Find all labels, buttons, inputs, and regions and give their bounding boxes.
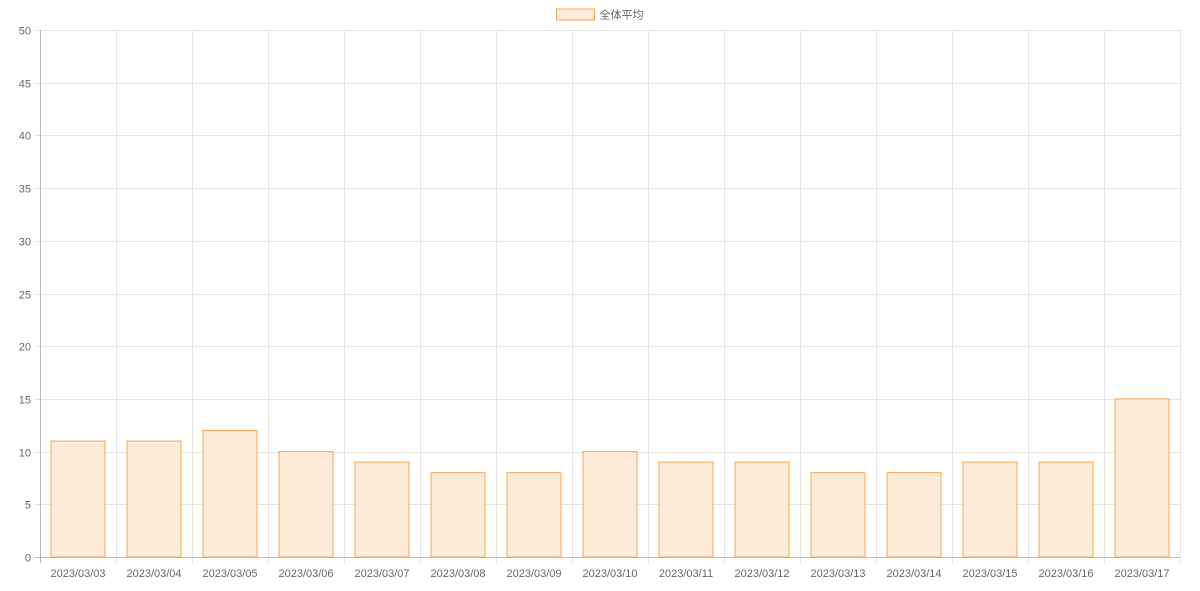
y-axis-ticks: 0 5 10 15 20 25 30 35 40 45 50 (19, 26, 31, 565)
y-tick-label: 25 (19, 290, 31, 302)
legend-label[interactable]: 全体平均 (600, 8, 644, 22)
y-tick-label: 5 (25, 500, 31, 512)
bar-chart: 全体平均 05101520253035404550 2023/03/03 2023… (19, 8, 1181, 580)
bar-2023-03-17[interactable] (1114, 398, 1170, 558)
bar-2023-03-05[interactable] (202, 430, 258, 558)
bar-2023-03-14[interactable] (886, 472, 942, 558)
y-tick-label: 35 (19, 184, 31, 196)
chart-container: 全体平均 0 5 10 15 20 25 30 35 40 45 50 2023/03/03 2023… (0, 0, 1200, 591)
y-tick-label: 30 (19, 237, 31, 249)
x-tick-label: 2023/03/04 (126, 568, 181, 580)
x-tick-label: 2023/03/10 (582, 568, 637, 580)
y-tick-label: 15 (19, 395, 31, 407)
x-tick-label: 2023/03/06 (278, 568, 333, 580)
bar-2023-03-03[interactable] (50, 440, 106, 558)
x-axis-ticks: 2023/03/03 2023/03/04 2023/03/05 2023/03/06… (50, 568, 1169, 580)
x-tick-label: 2023/03/05 (202, 568, 257, 580)
x-tick-label: 2023/03/08 (430, 568, 485, 580)
bar-2023-03-10[interactable] (582, 451, 638, 558)
y-tick-label: 45 (19, 79, 31, 91)
bar-2023-03-11[interactable] (658, 461, 714, 558)
y-tick-label: 0 (25, 553, 31, 565)
legend-swatch[interactable] (556, 8, 595, 21)
y-tick-label: 10 (19, 448, 31, 460)
x-tick-label: 2023/03/09 (506, 568, 561, 580)
x-tick-label: 2023/03/07 (354, 568, 409, 580)
y-tick-label: 20 (19, 342, 31, 354)
x-tick-label: 2023/03/17 (1114, 568, 1169, 580)
y-tick-label: 40 (19, 131, 31, 143)
bar-2023-03-16[interactable] (1038, 461, 1094, 558)
x-tick-label: 2023/03/15 (962, 568, 1017, 580)
bar-2023-03-12[interactable] (734, 461, 790, 558)
bar-2023-03-08[interactable] (430, 472, 486, 558)
x-tick-label: 2023/03/03 (50, 568, 105, 580)
x-tick-label: 2023/03/11 (659, 568, 713, 580)
bar-2023-03-07[interactable] (354, 461, 410, 558)
bar-2023-03-04[interactable] (126, 440, 182, 558)
bar-2023-03-06[interactable] (278, 451, 334, 558)
legend[interactable]: 全体平均 (556, 8, 644, 22)
bar-2023-03-15[interactable] (962, 461, 1018, 558)
bars (50, 398, 1170, 558)
x-tick-label: 2023/03/16 (1038, 568, 1093, 580)
x-tick-label: 2023/03/12 (734, 568, 789, 580)
x-tick-label: 2023/03/13 (810, 568, 865, 580)
bar-2023-03-09[interactable] (506, 472, 562, 558)
bar-2023-03-13[interactable] (810, 472, 866, 558)
x-tick-label: 2023/03/14 (886, 568, 941, 580)
y-tick-label: 50 (19, 26, 31, 38)
